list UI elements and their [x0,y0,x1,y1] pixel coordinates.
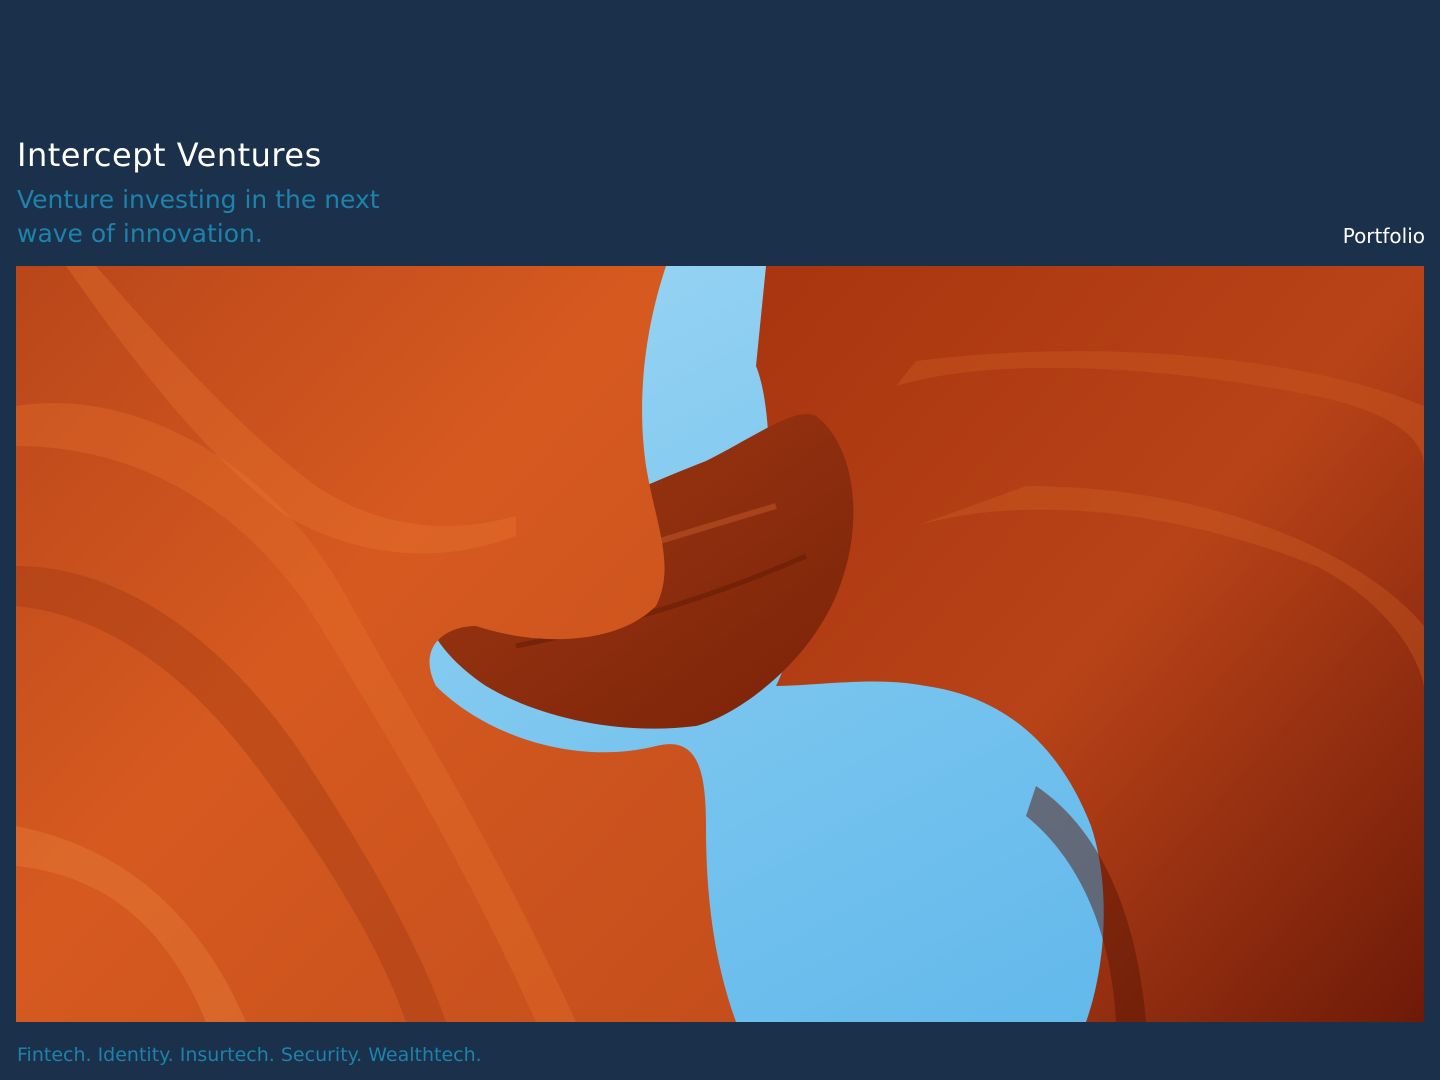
footer-sectors: Fintech. Identity. Insurtech. Security. … [17,1044,482,1066]
site-header: Intercept Ventures Venture investing in … [17,135,1425,250]
brand-name[interactable]: Intercept Ventures [17,135,322,175]
canyon-photo [16,266,1424,1022]
hero-image [16,266,1424,1022]
nav-portfolio-link[interactable]: Portfolio [1343,223,1425,249]
page: Intercept Ventures Venture investing in … [0,0,1440,1080]
tagline: Venture investing in the next wave of in… [17,185,380,248]
